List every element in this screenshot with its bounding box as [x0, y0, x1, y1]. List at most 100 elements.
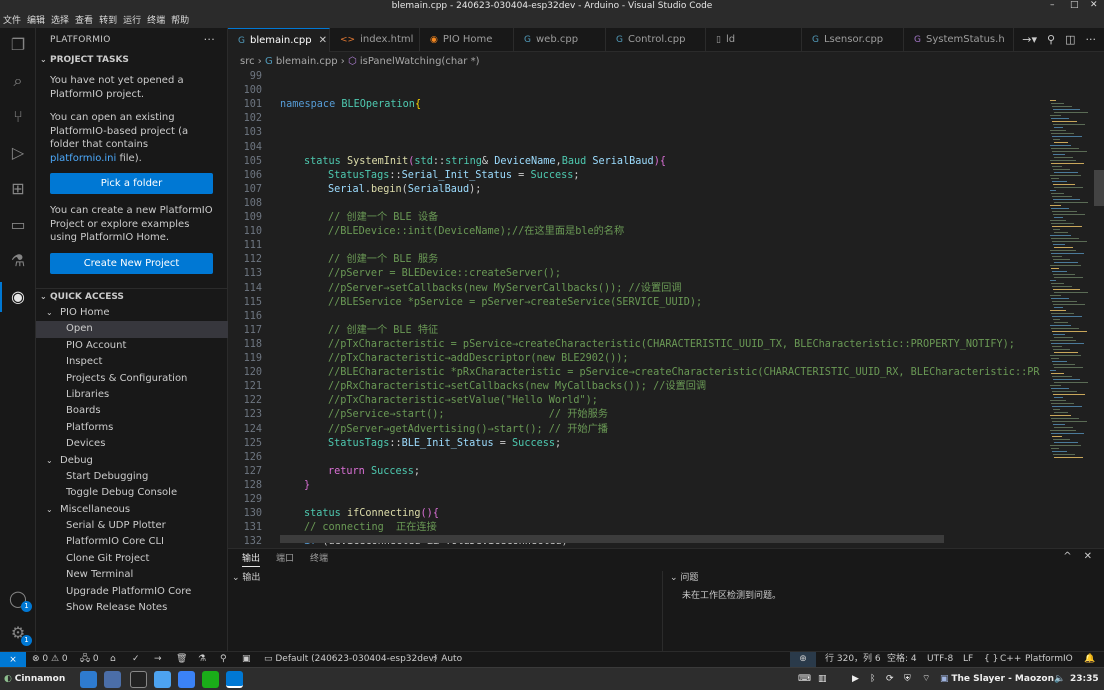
terminal-app-icon[interactable]: [130, 671, 147, 688]
tab-lsensor-cpp[interactable]: G Lsensor.cpp: [802, 28, 904, 52]
output-pane-header[interactable]: ⌄ 输出: [232, 571, 260, 585]
close-tab-icon[interactable]: ✕: [319, 35, 327, 46]
menu-view[interactable]: 查看: [75, 14, 93, 28]
breadcrumb-folder[interactable]: src: [240, 56, 255, 67]
code-line[interactable]: 100: [228, 84, 1046, 98]
code-line[interactable]: 127 return Success;: [228, 465, 1046, 479]
tree-item-projects-configuration[interactable]: Projects & Configuration: [36, 371, 228, 387]
search-icon[interactable]: ⌕: [7, 70, 29, 92]
code-line[interactable]: 102: [228, 112, 1046, 126]
code-line[interactable]: 101 namespace BLEOperation{: [228, 98, 1046, 112]
breadcrumb-symbol[interactable]: isPanelWatching(char *): [360, 56, 480, 67]
tab-output[interactable]: 输出: [242, 551, 261, 567]
zoom-icon[interactable]: ⊕: [790, 652, 816, 667]
indentation-status[interactable]: 空格: 4: [887, 652, 917, 667]
tab-index-html[interactable]: <> index.html: [330, 28, 420, 52]
menu-file[interactable]: 文件: [3, 14, 21, 28]
menu-selection[interactable]: 选择: [51, 14, 69, 28]
more-actions-icon[interactable]: ···: [1086, 33, 1097, 46]
code-line[interactable]: 131 // connecting 正在连接: [228, 521, 1046, 535]
close-panel-icon[interactable]: ✕: [1084, 551, 1092, 562]
horizontal-scrollbar[interactable]: [280, 535, 944, 543]
code-line[interactable]: 109 // 创建一个 BLE 设备: [228, 211, 1046, 225]
tree-item-platformio-core-cli[interactable]: PlatformIO Core CLI: [36, 534, 228, 550]
split-editor-icon[interactable]: ◫: [1065, 33, 1075, 46]
tab-systemstatus-h[interactable]: G SystemStatus.h: [904, 28, 1014, 52]
code-line[interactable]: 123 //pService→start(); // 开始服务: [228, 408, 1046, 422]
testing-icon[interactable]: ⚗: [7, 250, 29, 272]
close-window-button[interactable]: ✕: [1090, 0, 1098, 10]
problems-pane-header[interactable]: ⌄ 问题: [670, 571, 698, 585]
code-line[interactable]: 116: [228, 310, 1046, 324]
tab-blemain-cpp[interactable]: Gblemain.cpp ✕: [228, 28, 330, 52]
code-line[interactable]: 108: [228, 197, 1046, 211]
pio-clean-icon[interactable]: 🗑: [176, 652, 187, 667]
code-line[interactable]: 129: [228, 493, 1046, 507]
tab-web-cpp[interactable]: Gweb.cpp: [514, 28, 606, 52]
minimize-button[interactable]: –: [1050, 0, 1055, 10]
code-line[interactable]: 105 status SystemInit(std::string& Device…: [228, 155, 1046, 169]
music-player-tray[interactable]: ▣ The Slayer - Maozon: [940, 671, 1054, 687]
tab-terminal[interactable]: 终端: [310, 551, 328, 567]
tree-item-devices[interactable]: Devices: [36, 436, 228, 452]
code-line[interactable]: 103: [228, 126, 1046, 140]
create-new-project-button[interactable]: Create New Project: [50, 252, 213, 274]
menu-terminal[interactable]: 终端: [147, 14, 165, 28]
pio-test-icon[interactable]: ⚗: [198, 652, 206, 667]
encoding-status[interactable]: UTF-8: [927, 652, 953, 667]
problems-status[interactable]: ⊗ 0 ⚠ 0: [32, 652, 68, 667]
platformio-ini-link[interactable]: platformio.ini: [50, 153, 116, 164]
tree-item-serial-udp-plotter[interactable]: Serial & UDP Plotter: [36, 518, 228, 534]
file-manager-icon[interactable]: [154, 671, 171, 688]
code-line[interactable]: 104: [228, 141, 1046, 155]
remote-explorer-icon[interactable]: ▭: [7, 214, 29, 236]
code-line[interactable]: 106 StatusTags::Serial_Init_Status = Succ…: [228, 169, 1046, 183]
tree-item-boards[interactable]: Boards: [36, 403, 228, 419]
tree-item-pio-account[interactable]: PIO Account: [36, 338, 228, 354]
code-line[interactable]: 130 status ifConnecting(){: [228, 507, 1046, 521]
notifications-bell-icon[interactable]: 🔔: [1084, 652, 1095, 667]
auto-status[interactable]: ⚡ Auto: [432, 652, 462, 667]
files-icon[interactable]: [104, 671, 121, 688]
language-braces-icon[interactable]: { }: [984, 652, 998, 667]
tab-ports[interactable]: 端口: [276, 551, 294, 567]
pio-build-icon[interactable]: ✓: [132, 652, 140, 667]
pio-terminal-icon[interactable]: ▣: [242, 652, 251, 667]
menu-edit[interactable]: 编辑: [27, 14, 45, 28]
breadcrumb-file[interactable]: blemain.cpp: [276, 56, 338, 67]
tree-item-toggle-debug-console[interactable]: Toggle Debug Console: [36, 485, 228, 501]
account-icon[interactable]: ◯ 1: [7, 588, 32, 612]
eol-status[interactable]: LF: [963, 652, 973, 667]
volume-icon[interactable]: 🔈: [1054, 671, 1065, 687]
tab-pio-home[interactable]: ◉ PIO Home: [420, 28, 514, 52]
vertical-scrollbar[interactable]: [1094, 170, 1104, 206]
tree-item-upgrade-platformio-core[interactable]: Upgrade PlatformIO Core: [36, 584, 228, 600]
sidebar-more-icon[interactable]: ···: [204, 28, 215, 52]
bluetooth-icon[interactable]: ᛒ: [870, 671, 875, 687]
code-line[interactable]: 99: [228, 70, 1046, 84]
vscode-taskbar-icon[interactable]: [226, 671, 243, 688]
code-line[interactable]: 124 //pServer→getAdvertising()→start(); /…: [228, 423, 1046, 437]
run-debug-icon[interactable]: ▷: [7, 142, 29, 164]
code-line[interactable]: 115 //BLEService *pService = pServer→crea…: [228, 296, 1046, 310]
edge-browser-icon[interactable]: [80, 671, 97, 688]
media-player-icon[interactable]: [178, 671, 195, 688]
code-line[interactable]: 126: [228, 451, 1046, 465]
manage-gear-icon[interactable]: ⚙ 1: [7, 622, 32, 646]
menu-run[interactable]: 运行: [123, 14, 141, 28]
pio-serial-monitor-icon[interactable]: ⚲: [220, 652, 227, 667]
keyboard-icon[interactable]: ⌨: [798, 671, 811, 687]
code-line[interactable]: 117 // 创建一个 BLE 特征: [228, 324, 1046, 338]
cursor-position[interactable]: 行 320，列 6: [825, 652, 881, 667]
explorer-icon[interactable]: ❐: [7, 34, 29, 56]
tree-item-inspect[interactable]: Inspect: [36, 354, 228, 370]
start-menu-button[interactable]: ◐ Cinnamon: [4, 671, 65, 687]
tree-group-pio-home[interactable]: ⌄ PIO Home: [36, 305, 228, 321]
maximize-button[interactable]: □: [1070, 0, 1079, 10]
security-icon[interactable]: ⛨: [904, 671, 911, 687]
pio-env-switcher[interactable]: ▭ Default (240623-030404-esp32dev): [264, 652, 437, 667]
platformio-status[interactable]: PlatformIO: [1025, 652, 1073, 667]
tree-item-new-terminal[interactable]: New Terminal: [36, 567, 228, 583]
tab-ld[interactable]: ▯ ld: [706, 28, 802, 52]
code-line[interactable]: 128}: [228, 479, 1046, 493]
